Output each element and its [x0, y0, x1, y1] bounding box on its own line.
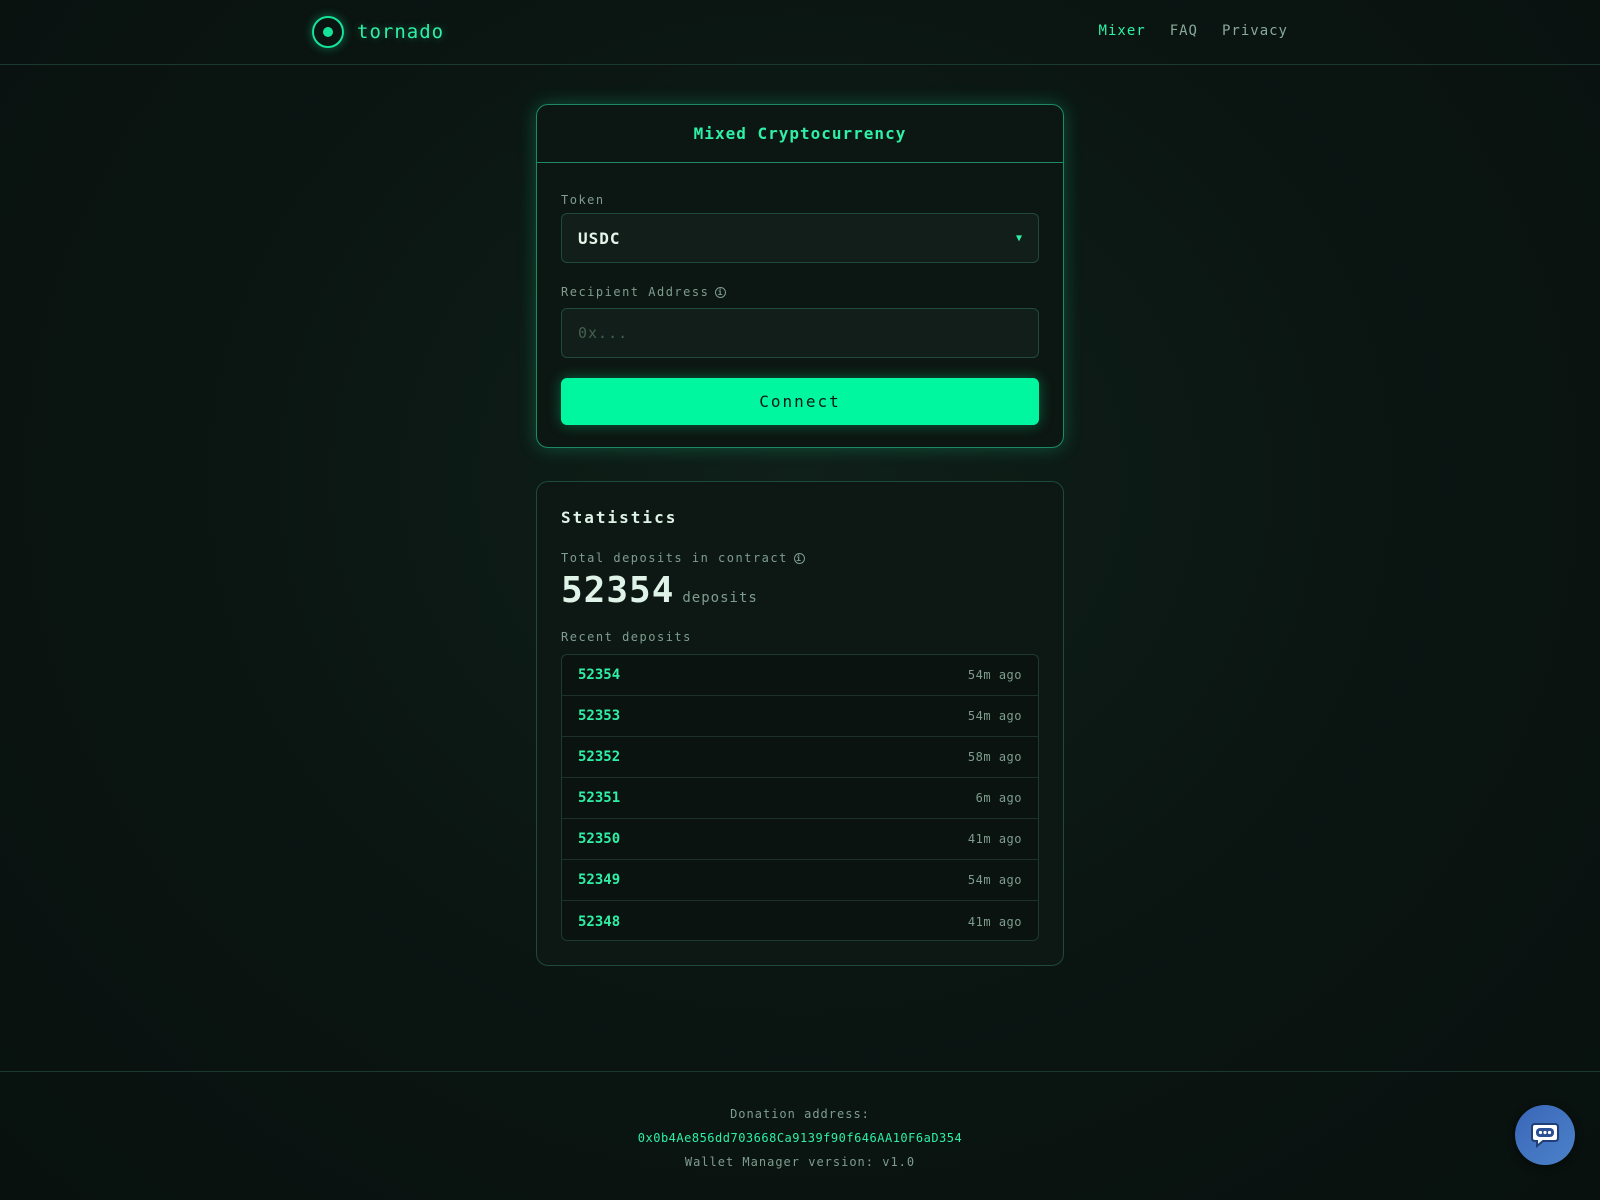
deposit-time: 54m ago	[967, 668, 1022, 682]
deposit-id: 52348	[578, 913, 621, 930]
total-deposits-value: 52354	[561, 570, 675, 611]
statistics-title: Statistics	[561, 508, 678, 527]
brand-logo[interactable]: tornado	[312, 16, 444, 48]
deposit-time: 6m ago	[975, 791, 1022, 805]
site-footer: Donation address: 0x0b4Ae856dd703668Ca91…	[0, 1071, 1600, 1200]
list-item[interactable]: 52351 6m ago	[562, 778, 1038, 819]
total-deposits-unit: deposits	[682, 590, 758, 606]
list-item[interactable]: 52354 54m ago	[562, 655, 1038, 696]
donation-address[interactable]: 0x0b4Ae856dd703668Ca9139f90f646AA10F6aD3…	[0, 1131, 1600, 1145]
site-header: tornado Mixer FAQ Privacy	[0, 0, 1600, 65]
list-item[interactable]: 52352 58m ago	[562, 737, 1038, 778]
brand-name: tornado	[357, 21, 445, 43]
deposit-id: 52354	[578, 667, 621, 683]
deposit-time: 54m ago	[967, 873, 1022, 887]
token-label-text: Token	[561, 193, 605, 207]
info-icon[interactable]: i	[793, 552, 805, 564]
list-item[interactable]: 52353 54m ago	[562, 696, 1038, 737]
deposit-time: 58m ago	[967, 750, 1022, 764]
deposit-time: 41m ago	[967, 832, 1022, 846]
recipient-address-input[interactable]	[561, 308, 1039, 358]
main-nav: Mixer FAQ Privacy	[1099, 23, 1288, 39]
recent-deposits-list: 52354 54m ago 52353 54m ago 52352 58m ag…	[561, 654, 1039, 941]
mixer-card: Mixed Cryptocurrency Token USDC ▼ Recipi…	[536, 104, 1064, 448]
recipient-label: Recipient Address i	[561, 285, 1039, 299]
recipient-label-text: Recipient Address	[561, 285, 710, 299]
token-label: Token	[561, 193, 1039, 207]
nav-item-mixer[interactable]: Mixer	[1099, 23, 1146, 39]
total-deposits: 52354 deposits	[561, 570, 758, 611]
chat-button[interactable]	[1515, 1105, 1575, 1165]
total-deposits-label-text: Total deposits in contract	[561, 551, 788, 565]
deposit-id: 52351	[578, 790, 621, 806]
token-select[interactable]: USDC ▼	[561, 213, 1039, 263]
list-item[interactable]: 52349 54m ago	[562, 860, 1038, 901]
deposit-id: 52350	[578, 831, 621, 847]
version-text: Wallet Manager version: v1.0	[684, 1155, 916, 1169]
mixer-title: Mixed Cryptocurrency	[537, 105, 1063, 163]
nav-item-privacy[interactable]: Privacy	[1222, 23, 1288, 39]
connect-button[interactable]: Connect	[561, 378, 1039, 425]
deposit-id: 52352	[578, 749, 621, 765]
deposit-id: 52353	[578, 708, 621, 724]
deposit-time: 54m ago	[967, 709, 1022, 723]
list-item[interactable]: 52350 41m ago	[562, 819, 1038, 860]
list-item[interactable]: 52348 41m ago	[562, 901, 1038, 940]
donation-label: Donation address:	[730, 1107, 870, 1121]
recent-deposits-label-text: Recent deposits	[561, 630, 692, 644]
token-select-value: USDC	[578, 228, 621, 248]
recent-deposits-label: Recent deposits	[561, 630, 692, 644]
deposit-id: 52349	[578, 872, 621, 888]
statistics-card: Statistics Total deposits in contract i …	[536, 481, 1064, 966]
chat-bubble-icon	[1531, 1123, 1559, 1149]
radio-target-icon	[312, 16, 344, 48]
deposit-time: 41m ago	[967, 914, 1022, 929]
chevron-down-icon: ▼	[1015, 232, 1022, 244]
info-icon[interactable]: i	[715, 286, 727, 298]
total-deposits-label: Total deposits in contract i	[561, 551, 805, 565]
nav-item-faq[interactable]: FAQ	[1170, 23, 1198, 39]
